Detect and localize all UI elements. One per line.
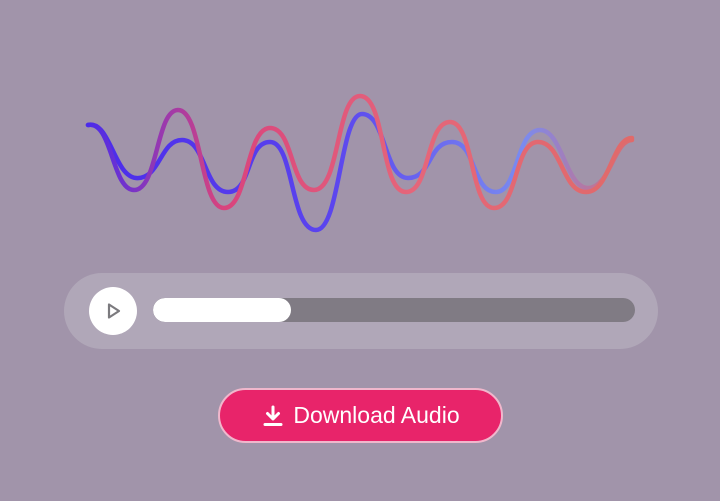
sound-wave-graphic	[85, 93, 635, 233]
download-audio-button[interactable]: Download Audio	[218, 388, 503, 443]
play-button[interactable]	[89, 287, 137, 335]
download-icon	[263, 405, 283, 426]
play-icon	[107, 303, 121, 319]
download-button-label: Download Audio	[293, 402, 460, 428]
progress-track[interactable]	[153, 298, 635, 322]
audio-player	[64, 273, 658, 349]
wave-back	[85, 111, 635, 233]
progress-fill	[153, 298, 292, 322]
